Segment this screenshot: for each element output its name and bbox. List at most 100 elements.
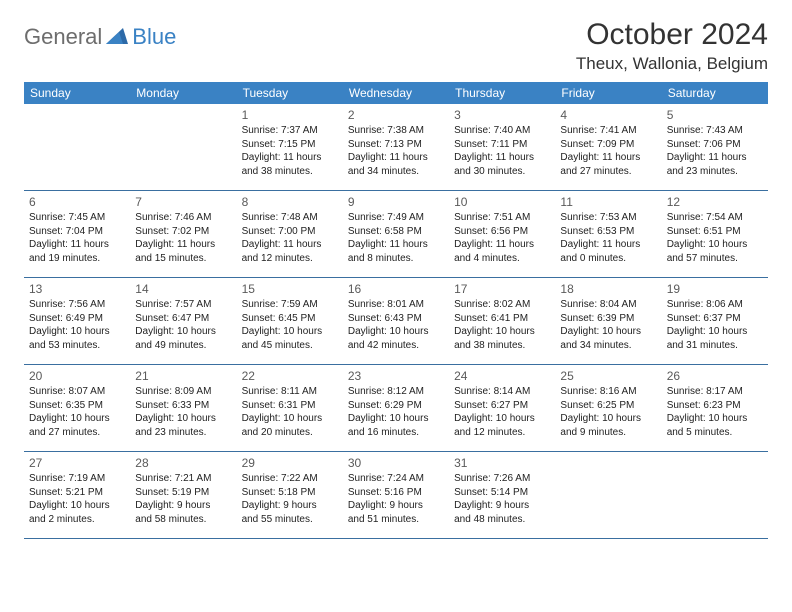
- day-info-line: Daylight: 10 hours: [454, 412, 550, 426]
- day-cell: 9Sunrise: 7:49 AMSunset: 6:58 PMDaylight…: [343, 191, 449, 277]
- day-info-line: Sunrise: 7:43 AM: [667, 124, 763, 138]
- day-info-line: Sunset: 6:25 PM: [560, 399, 656, 413]
- day-info-line: Sunset: 6:45 PM: [242, 312, 338, 326]
- day-info-line: and 27 minutes.: [29, 426, 125, 440]
- day-info-line: Sunset: 7:15 PM: [242, 138, 338, 152]
- day-cell: 10Sunrise: 7:51 AMSunset: 6:56 PMDayligh…: [449, 191, 555, 277]
- day-cell: 27Sunrise: 7:19 AMSunset: 5:21 PMDayligh…: [24, 452, 130, 538]
- day-info-line: Daylight: 10 hours: [667, 238, 763, 252]
- day-cell: 4Sunrise: 7:41 AMSunset: 7:09 PMDaylight…: [555, 104, 661, 190]
- day-info-line: and 23 minutes.: [135, 426, 231, 440]
- day-info-line: and 34 minutes.: [348, 165, 444, 179]
- page-title: October 2024: [576, 18, 768, 52]
- day-info-line: Sunset: 7:06 PM: [667, 138, 763, 152]
- day-info-line: Sunrise: 7:49 AM: [348, 211, 444, 225]
- logo: General Blue: [24, 24, 176, 50]
- day-number: 10: [454, 194, 550, 210]
- weekday-header: Saturday: [662, 82, 768, 104]
- day-number: 27: [29, 455, 125, 471]
- day-number: 4: [560, 107, 656, 123]
- day-cell: 28Sunrise: 7:21 AMSunset: 5:19 PMDayligh…: [130, 452, 236, 538]
- day-info-line: Sunrise: 7:37 AM: [242, 124, 338, 138]
- day-number: 25: [560, 368, 656, 384]
- day-info-line: Sunrise: 7:19 AM: [29, 472, 125, 486]
- day-info-line: and 9 minutes.: [560, 426, 656, 440]
- weekday-header: Tuesday: [237, 82, 343, 104]
- day-info-line: Daylight: 11 hours: [348, 238, 444, 252]
- day-cell: 16Sunrise: 8:01 AMSunset: 6:43 PMDayligh…: [343, 278, 449, 364]
- day-cell: 31Sunrise: 7:26 AMSunset: 5:14 PMDayligh…: [449, 452, 555, 538]
- day-info-line: Sunrise: 7:22 AM: [242, 472, 338, 486]
- location: Theux, Wallonia, Belgium: [576, 54, 768, 74]
- day-info-line: Sunset: 6:29 PM: [348, 399, 444, 413]
- day-info-line: Sunset: 6:39 PM: [560, 312, 656, 326]
- day-info-line: Daylight: 10 hours: [667, 412, 763, 426]
- day-info-line: Daylight: 11 hours: [667, 151, 763, 165]
- day-number: 19: [667, 281, 763, 297]
- day-cell: [24, 104, 130, 190]
- day-info-line: Daylight: 10 hours: [242, 412, 338, 426]
- day-info-line: and 49 minutes.: [135, 339, 231, 353]
- day-info-line: Daylight: 10 hours: [560, 325, 656, 339]
- day-info-line: Sunrise: 7:45 AM: [29, 211, 125, 225]
- weekday-header: Sunday: [24, 82, 130, 104]
- day-cell: 20Sunrise: 8:07 AMSunset: 6:35 PMDayligh…: [24, 365, 130, 451]
- day-info-line: Sunset: 6:41 PM: [454, 312, 550, 326]
- day-info-line: Sunrise: 7:56 AM: [29, 298, 125, 312]
- day-info-line: Sunset: 6:53 PM: [560, 225, 656, 239]
- day-number: 15: [242, 281, 338, 297]
- day-info-line: Sunset: 6:58 PM: [348, 225, 444, 239]
- day-cell: 26Sunrise: 8:17 AMSunset: 6:23 PMDayligh…: [662, 365, 768, 451]
- day-info-line: Sunset: 5:19 PM: [135, 486, 231, 500]
- day-info-line: Sunset: 5:14 PM: [454, 486, 550, 500]
- day-info-line: Daylight: 11 hours: [242, 238, 338, 252]
- day-info-line: Sunset: 7:09 PM: [560, 138, 656, 152]
- day-number: 6: [29, 194, 125, 210]
- day-info-line: Daylight: 11 hours: [560, 151, 656, 165]
- week-row: 6Sunrise: 7:45 AMSunset: 7:04 PM Daylight…: [24, 191, 768, 278]
- day-info-line: and 15 minutes.: [135, 252, 231, 266]
- day-info-line: and 48 minutes.: [454, 513, 550, 527]
- day-cell: 25Sunrise: 8:16 AMSunset: 6:25 PMDayligh…: [555, 365, 661, 451]
- day-number: 9: [348, 194, 444, 210]
- day-info-line: Sunrise: 7:38 AM: [348, 124, 444, 138]
- day-info-line: and 16 minutes.: [348, 426, 444, 440]
- day-cell: 8Sunrise: 7:48 AMSunset: 7:00 PMDaylight…: [237, 191, 343, 277]
- day-info-line: Daylight: 10 hours: [560, 412, 656, 426]
- day-info-line: Sunrise: 7:24 AM: [348, 472, 444, 486]
- day-number: 5: [667, 107, 763, 123]
- day-info-line: Sunrise: 7:51 AM: [454, 211, 550, 225]
- day-info-line: Sunrise: 7:21 AM: [135, 472, 231, 486]
- day-cell: 13Sunrise: 7:56 AMSunset: 6:49 PMDayligh…: [24, 278, 130, 364]
- header: General Blue October 2024 Theux, Walloni…: [24, 18, 768, 74]
- day-info-line: Daylight: 9 hours: [242, 499, 338, 513]
- day-cell: 3Sunrise: 7:40 AMSunset: 7:11 PMDaylight…: [449, 104, 555, 190]
- day-info-line: and 45 minutes.: [242, 339, 338, 353]
- day-cell: 11Sunrise: 7:53 AMSunset: 6:53 PMDayligh…: [555, 191, 661, 277]
- day-number: 21: [135, 368, 231, 384]
- day-cell: 23Sunrise: 8:12 AMSunset: 6:29 PMDayligh…: [343, 365, 449, 451]
- day-info-line: Daylight: 11 hours: [454, 151, 550, 165]
- day-info-line: and 38 minutes.: [242, 165, 338, 179]
- day-info-line: Daylight: 11 hours: [242, 151, 338, 165]
- day-number: 1: [242, 107, 338, 123]
- day-info-line: Sunset: 7:04 PM: [29, 225, 125, 239]
- day-number: 18: [560, 281, 656, 297]
- day-info-line: and 12 minutes.: [454, 426, 550, 440]
- day-cell: 15Sunrise: 7:59 AMSunset: 6:45 PMDayligh…: [237, 278, 343, 364]
- day-info-line: Daylight: 10 hours: [29, 499, 125, 513]
- day-number: 12: [667, 194, 763, 210]
- day-number: 26: [667, 368, 763, 384]
- day-info-line: Daylight: 11 hours: [135, 238, 231, 252]
- day-info-line: and 5 minutes.: [667, 426, 763, 440]
- day-info-line: Sunrise: 7:40 AM: [454, 124, 550, 138]
- day-info-line: and 53 minutes.: [29, 339, 125, 353]
- day-info-line: Sunrise: 8:01 AM: [348, 298, 444, 312]
- day-info-line: Sunset: 6:37 PM: [667, 312, 763, 326]
- day-cell: 5Sunrise: 7:43 AMSunset: 7:06 PMDaylight…: [662, 104, 768, 190]
- day-info-line: Sunset: 6:49 PM: [29, 312, 125, 326]
- day-info-line: Daylight: 10 hours: [348, 325, 444, 339]
- day-info-line: Daylight: 10 hours: [667, 325, 763, 339]
- day-info-line: Sunrise: 8:14 AM: [454, 385, 550, 399]
- weekday-header: Friday: [555, 82, 661, 104]
